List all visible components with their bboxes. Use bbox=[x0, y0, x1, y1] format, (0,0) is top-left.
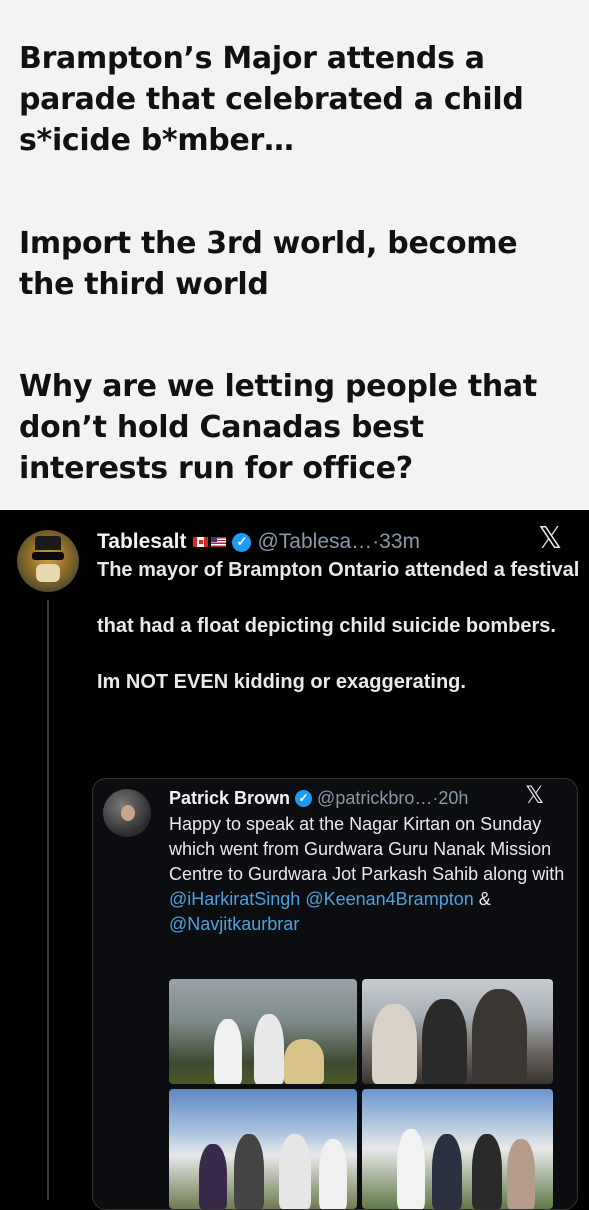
avatar-face-shape bbox=[36, 564, 60, 582]
caption-paragraph-1: Brampton’s Major attends a parade that c… bbox=[19, 41, 524, 158]
photo-4-figure bbox=[397, 1129, 425, 1209]
photo-1-podium bbox=[284, 1039, 324, 1084]
photo-4[interactable] bbox=[362, 1089, 553, 1209]
tweet-line-1: The mayor of Brampton Ontario attended a… bbox=[97, 559, 580, 581]
photo-1-figure bbox=[254, 1014, 284, 1084]
photo-2-figure bbox=[372, 1004, 417, 1084]
photo-1-figure bbox=[214, 1019, 242, 1084]
quoted-avatar[interactable] bbox=[103, 789, 151, 837]
tweet-screenshot: Tablesalt ✓ @Tablesa… ·33m 𝕏 The mayor o… bbox=[0, 510, 589, 1210]
photo-3-figure bbox=[234, 1134, 264, 1209]
tweet-body: The mayor of Brampton Ontario attended a… bbox=[97, 556, 582, 696]
tweet-line-3: Im NOT EVEN kidding or exaggerating. bbox=[97, 671, 466, 693]
thread-line bbox=[47, 600, 49, 1200]
caption-paragraph-2: Import the 3rd world, become the third w… bbox=[19, 226, 518, 302]
photo-1[interactable] bbox=[169, 979, 357, 1084]
avatar-glasses-shape bbox=[32, 552, 64, 560]
photo-3-figure bbox=[199, 1144, 227, 1209]
photo-2-figure bbox=[422, 999, 467, 1084]
caption-paragraph-3: Why are we letting people that don’t hol… bbox=[19, 369, 537, 486]
caption-area: Brampton’s Major attends a parade that c… bbox=[0, 0, 589, 510]
avatar-hat-shape bbox=[35, 536, 61, 550]
photo-3[interactable] bbox=[169, 1089, 357, 1209]
tweet-display-name[interactable]: Tablesalt bbox=[97, 530, 186, 554]
x-logo-icon: 𝕏 bbox=[538, 521, 563, 556]
quoted-display-name[interactable]: Patrick Brown bbox=[169, 788, 290, 809]
mention-navjitkaurbrar[interactable]: @Navjitkaurbrar bbox=[169, 914, 299, 934]
quoted-text-body: Happy to speak at the Nagar Kirtan on Su… bbox=[169, 814, 565, 884]
quoted-header: Patrick Brown ✓ @patrickbro… ·20h bbox=[169, 786, 468, 810]
tweet-line-2: that had a float depicting child suicide… bbox=[97, 615, 556, 637]
quoted-verified-badge-icon: ✓ bbox=[295, 789, 313, 807]
photo-3-figure bbox=[279, 1134, 311, 1209]
tweet-time[interactable]: ·33m bbox=[372, 530, 420, 554]
mention-iharkiratsingh[interactable]: @iHarkiratSingh bbox=[169, 889, 300, 909]
quoted-time[interactable]: ·20h bbox=[432, 788, 468, 809]
tweet-header: Tablesalt ✓ @Tablesa… ·33m bbox=[97, 528, 420, 556]
photo-2[interactable] bbox=[362, 979, 553, 1084]
us-flag-icon bbox=[211, 537, 227, 547]
photo-4-figure bbox=[507, 1139, 535, 1209]
flags bbox=[193, 537, 227, 547]
quoted-text: Happy to speak at the Nagar Kirtan on Su… bbox=[169, 812, 569, 937]
quoted-ampersand: & bbox=[473, 889, 491, 909]
canada-flag-icon bbox=[193, 537, 209, 547]
tweet-handle[interactable]: @Tablesa… bbox=[257, 530, 372, 554]
photo-4-figure bbox=[472, 1134, 502, 1209]
tweet-avatar[interactable] bbox=[17, 530, 79, 592]
photo-2-figure bbox=[472, 989, 527, 1084]
photo-4-figure bbox=[432, 1134, 462, 1209]
photo-grid bbox=[169, 979, 553, 1209]
quoted-handle[interactable]: @patrickbro… bbox=[317, 788, 432, 809]
verified-badge-icon: ✓ bbox=[232, 532, 252, 552]
mention-keenan4brampton[interactable]: @Keenan4Brampton bbox=[305, 889, 473, 909]
quoted-x-logo-icon: 𝕏 bbox=[525, 781, 545, 809]
quoted-tweet[interactable]: Patrick Brown ✓ @patrickbro… ·20h 𝕏 Happ… bbox=[92, 778, 578, 1210]
photo-3-figure bbox=[319, 1139, 347, 1209]
